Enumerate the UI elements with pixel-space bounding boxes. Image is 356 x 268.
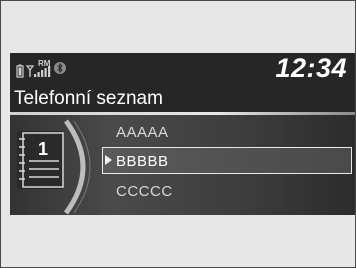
phonebook-page-number: 1 bbox=[38, 139, 48, 159]
selection-arrow-icon bbox=[105, 155, 112, 165]
list-item[interactable]: CCCCC bbox=[116, 183, 173, 200]
phone-battery-icon bbox=[16, 64, 24, 78]
clock: 12:34 bbox=[275, 53, 347, 83]
display-frame: RM 12:34 Telefonní seznam 1 AAAAA BBBBB … bbox=[0, 0, 356, 268]
signal-label: RM bbox=[38, 59, 51, 68]
list-item[interactable]: AAAAA bbox=[116, 124, 169, 141]
navigation-screen: RM 12:34 Telefonní seznam 1 AAAAA BBBBB … bbox=[10, 53, 355, 215]
list-item-selected[interactable]: BBBBB bbox=[116, 153, 169, 170]
bluetooth-icon bbox=[54, 62, 66, 74]
page-title: Telefonní seznam bbox=[14, 88, 163, 109]
status-icons: RM bbox=[16, 59, 66, 78]
status-bar: RM 12:34 bbox=[10, 53, 355, 87]
